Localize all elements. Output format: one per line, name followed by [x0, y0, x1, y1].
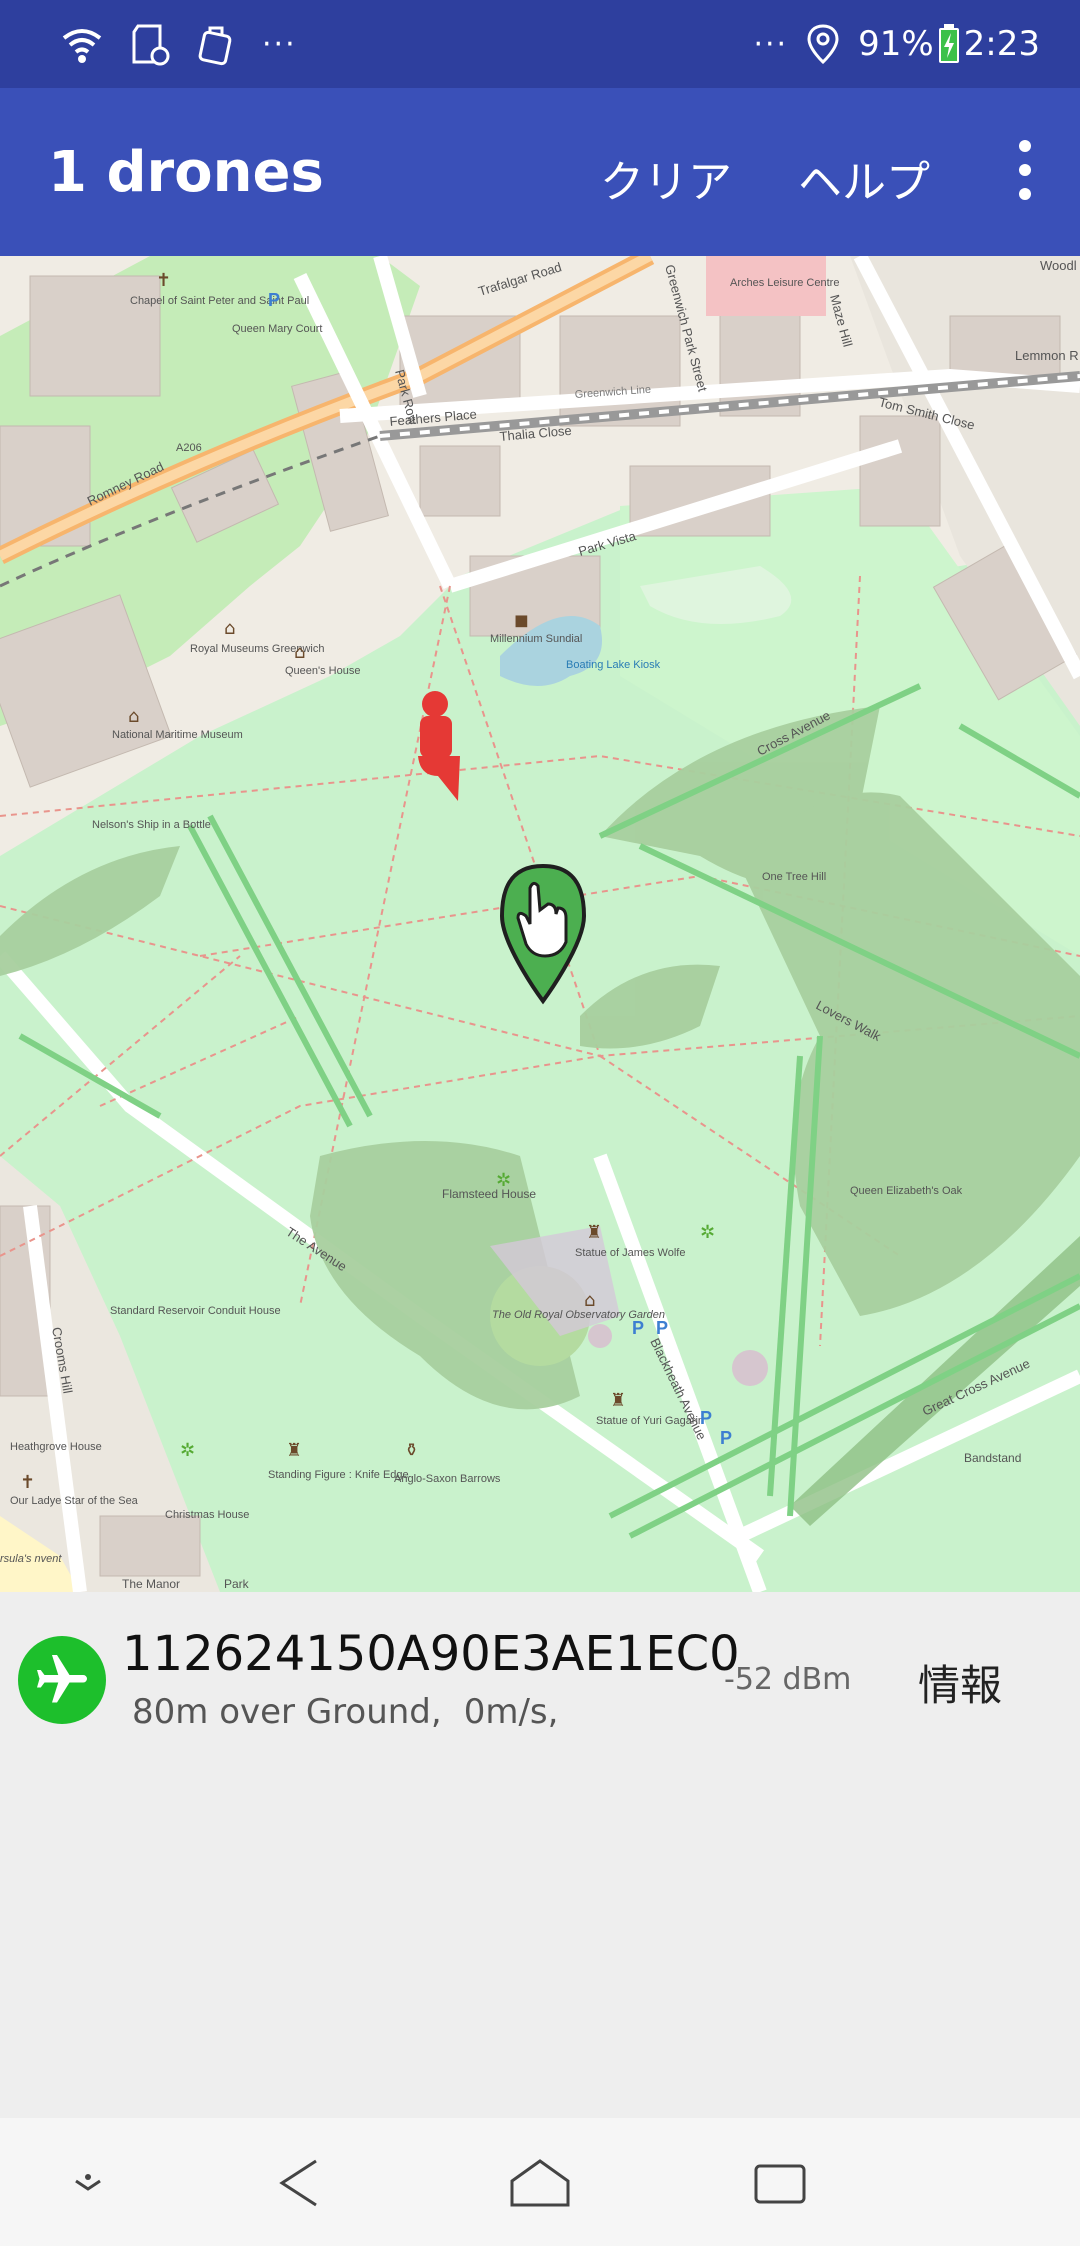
label-standard-reservoir: Standard Reservoir Conduit House	[110, 1305, 281, 1317]
viewpoint-icon: ✲	[496, 1170, 511, 1191]
label-queen-elizabeths-oak: Queen Elizabeth's Oak	[850, 1185, 963, 1197]
label-our-ladye-star: Our Ladye Star of the Sea	[10, 1495, 139, 1507]
label-flamsteed-house: Flamsteed House	[442, 1187, 536, 1201]
more-vert-icon[interactable]	[1010, 140, 1040, 200]
parking-icon: P	[700, 1408, 712, 1428]
label-bandstand: Bandstand	[964, 1451, 1021, 1465]
label-queen-mary-court: Queen Mary Court	[232, 323, 322, 335]
archaeological-icon: ⚱	[404, 1440, 419, 1461]
memorial-icon: ♜	[286, 1440, 302, 1461]
label-lemmon-road: Lemmon R	[1015, 348, 1079, 363]
museum-icon: ⌂	[294, 642, 305, 663]
memorial-icon: ♜	[586, 1222, 602, 1243]
church-icon: ✝	[20, 1472, 35, 1493]
back-icon[interactable]	[260, 2148, 340, 2218]
label-park: Park	[224, 1577, 250, 1591]
status-more-right: ···	[753, 26, 789, 62]
sundial-icon: ◼	[514, 610, 529, 631]
label-queens-house: Queen's House	[285, 665, 360, 677]
status-bar: ··· ··· 91% 2:23	[0, 0, 1080, 88]
museum-icon: ⌂	[128, 706, 139, 727]
shop-bag-icon	[198, 26, 232, 66]
drone-list-item[interactable]: 112624150A90E3AE1EC0 80m over Ground, 0m/…	[0, 1592, 1080, 1752]
label-a206: A206	[176, 442, 202, 454]
viewpoint-icon: ✲	[700, 1222, 715, 1243]
wifi-icon	[62, 29, 102, 63]
label-standing-figure: Standing Figure : Knife Edge	[268, 1469, 409, 1481]
label-national-maritime: National Maritime Museum	[112, 729, 243, 741]
label-christmas-house: Christmas House	[165, 1509, 249, 1521]
church-icon: ✝	[156, 270, 171, 291]
app-bar: 1 drones クリア ヘルプ	[0, 88, 1080, 256]
system-nav-bar	[0, 2118, 1080, 2246]
clear-button[interactable]: クリア	[600, 146, 732, 210]
status-icons-left: ···	[60, 18, 297, 70]
label-the-manor: The Manor	[122, 1577, 180, 1591]
label-nelsons-ship: Nelson's Ship in a Bottle	[92, 819, 211, 831]
label-ursulas-convent: rsula's nvent	[0, 1553, 62, 1565]
drone-status-line: 80m over Ground, 0m/s,	[132, 1692, 558, 1732]
battery-percent: 91%	[858, 24, 934, 64]
label-anglo-saxon-barrows: Anglo-Saxon Barrows	[394, 1473, 501, 1485]
parking-icon: P	[656, 1318, 668, 1338]
parking-icon: P	[632, 1318, 644, 1338]
viewpoint-icon: ✲	[180, 1440, 195, 1461]
recents-icon[interactable]	[740, 2148, 820, 2218]
museum-icon: ⌂	[224, 618, 235, 639]
status-more-left: ···	[262, 26, 297, 62]
drone-id: 112624150A90E3AE1EC0	[122, 1626, 740, 1682]
sd-card-icon	[132, 24, 170, 66]
label-statue-james-wolfe: Statue of James Wolfe	[575, 1247, 685, 1259]
location-icon	[807, 24, 839, 65]
parking-icon: P	[720, 1428, 732, 1448]
map-view[interactable]: Trafalgar Road Romney Road A206 Park Row…	[0, 256, 1080, 1592]
signal-strength: -52 dBm	[724, 1662, 852, 1697]
status-icons-right: ··· 91% 2:23	[753, 18, 1040, 70]
label-one-tree-hill: One Tree Hill	[762, 871, 826, 883]
app-title: 1 drones	[48, 140, 324, 205]
drone-altitude: 80m over Ground,	[132, 1692, 442, 1732]
label-millennium-sundial: Millennium Sundial	[490, 633, 582, 645]
label-chapel: Chapel of Saint Peter and Saint Paul	[130, 295, 309, 307]
label-statue-yuri-gagarin: Statue of Yuri Gagarin	[596, 1415, 704, 1427]
notifications-down-icon[interactable]	[48, 2148, 128, 2218]
label-heathgrove-house: Heathgrove House	[10, 1441, 102, 1453]
clock: 2:23	[963, 24, 1040, 64]
info-button[interactable]: 情報	[918, 1652, 1002, 1713]
museum-icon: ⌂	[584, 1290, 595, 1311]
parking-icon: P	[268, 290, 280, 310]
memorial-icon: ♜	[610, 1390, 626, 1411]
label-arches-leisure: Arches Leisure Centre	[730, 277, 839, 289]
map-canvas[interactable]: Trafalgar Road Romney Road A206 Park Row…	[0, 256, 1080, 1592]
drone-speed: 0m/s,	[463, 1692, 559, 1732]
home-icon[interactable]	[500, 2148, 580, 2218]
label-woodl: Woodl	[1040, 258, 1077, 273]
help-button[interactable]: ヘルプ	[798, 146, 930, 210]
battery-charging-icon	[938, 24, 959, 63]
airplane-icon	[18, 1636, 106, 1724]
label-boating-lake-kiosk: Boating Lake Kiosk	[566, 659, 661, 671]
